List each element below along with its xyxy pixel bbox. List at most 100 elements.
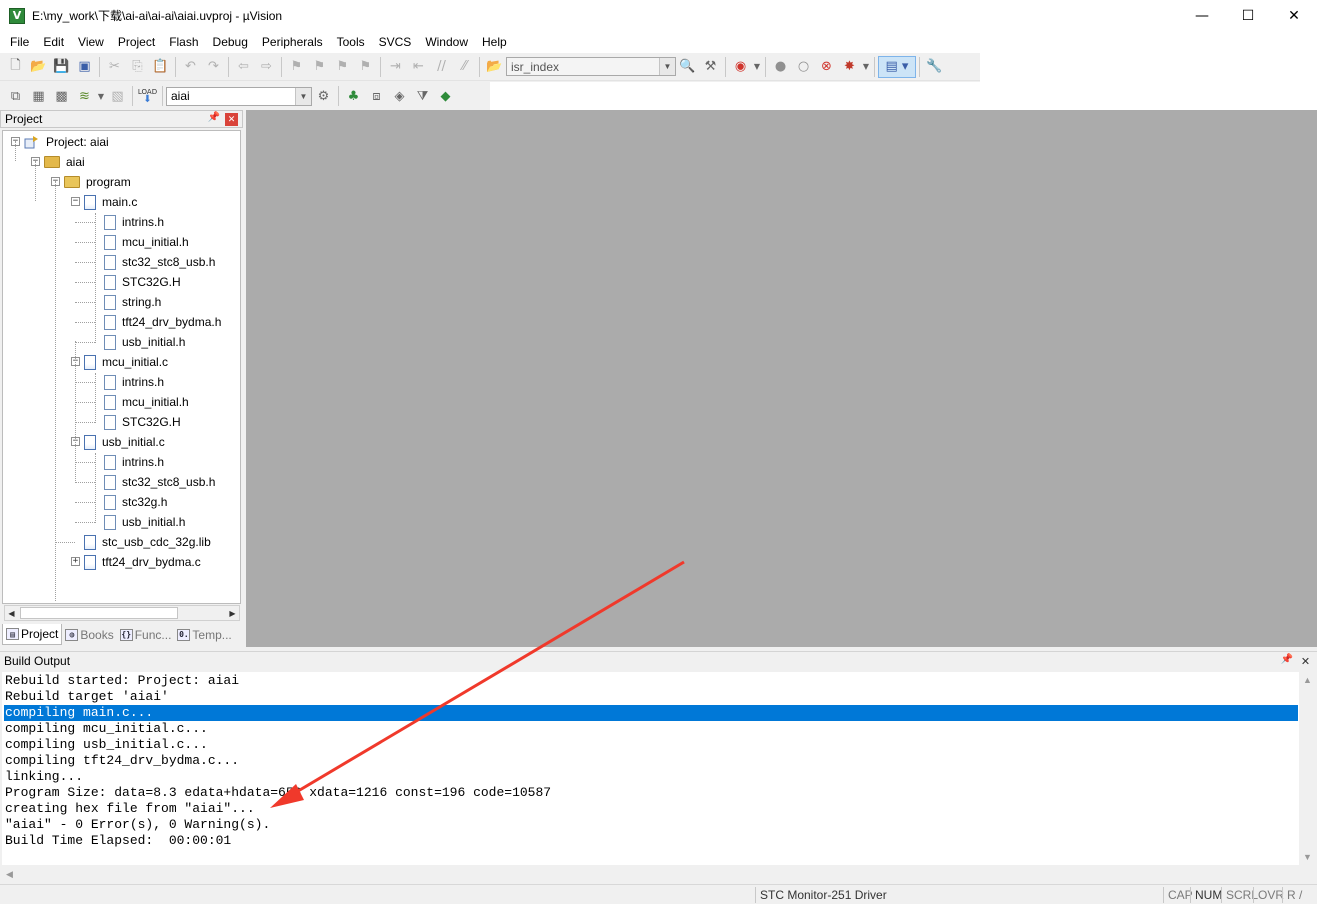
scroll-up-icon[interactable]: ▲: [1303, 675, 1312, 685]
find-icon[interactable]: 🔍: [676, 56, 699, 78]
navigate-forward-icon[interactable]: ⇨: [255, 56, 278, 78]
menu-window[interactable]: Window: [418, 32, 475, 52]
chevron-down-icon[interactable]: ▼: [96, 85, 106, 107]
navigate-back-icon[interactable]: ⇦: [232, 56, 255, 78]
manage-components-icon[interactable]: ♣: [342, 85, 365, 107]
target-select[interactable]: aiai ▼: [166, 86, 312, 106]
copy-icon[interactable]: ⎘: [126, 56, 149, 78]
tree-item[interactable]: STC32G.H: [104, 272, 181, 292]
tree-item[interactable]: usb_initial.c: [84, 432, 165, 452]
tree-item[interactable]: mcu_initial.h: [104, 392, 189, 412]
breakpoint-disable-all-icon[interactable]: ⊗: [815, 56, 838, 78]
pin-icon[interactable]: 📌: [208, 112, 220, 123]
find-combo[interactable]: isr_index ▼: [506, 57, 676, 76]
breakpoint-enable-icon[interactable]: ○: [792, 56, 815, 78]
redo-icon[interactable]: ↷: [202, 56, 225, 78]
unindent-icon[interactable]: ⇤: [407, 56, 430, 78]
window-layout-icon[interactable]: ▤ ▾: [878, 55, 916, 78]
comment-icon[interactable]: //: [430, 56, 453, 78]
tree-item[interactable]: Project: aiai: [24, 132, 109, 152]
cut-icon[interactable]: ✂: [103, 56, 126, 78]
chevron-down-icon[interactable]: ▼: [752, 56, 762, 78]
manage-rte-icon[interactable]: ⧩: [411, 85, 434, 107]
menu-view[interactable]: View: [71, 32, 111, 52]
tree-item[interactable]: usb_initial.h: [104, 332, 185, 352]
tree-item[interactable]: aiai: [44, 152, 85, 172]
tree-item[interactable]: stc32g.h: [104, 492, 167, 512]
scroll-down-icon[interactable]: ▼: [1303, 852, 1312, 862]
scroll-left-icon[interactable]: ◀: [6, 869, 13, 880]
incremental-find-icon[interactable]: ⚒: [699, 56, 722, 78]
menu-tools[interactable]: Tools: [330, 32, 372, 52]
tab-func[interactable]: {} Func...: [117, 624, 175, 645]
pin-icon[interactable]: 📌: [1281, 654, 1293, 665]
close-window-button[interactable]: ✕: [1271, 0, 1317, 31]
minimize-button[interactable]: —: [1179, 0, 1225, 31]
build-icon[interactable]: ▦: [27, 85, 50, 107]
stop-build-icon[interactable]: ▧: [106, 85, 129, 107]
menu-help[interactable]: Help: [475, 32, 514, 52]
undo-icon[interactable]: ↶: [179, 56, 202, 78]
collapse-icon[interactable]: −: [71, 197, 80, 206]
download-icon[interactable]: LOAD ⬇: [136, 85, 159, 107]
tree-item[interactable]: intrins.h: [104, 372, 164, 392]
save-icon[interactable]: 💾: [50, 56, 73, 78]
tree-item[interactable]: mcu_initial.h: [104, 232, 189, 252]
find-in-files-icon[interactable]: 📂: [483, 56, 506, 78]
build-output-horizontal-scrollbar[interactable]: ◀: [2, 866, 1317, 883]
build-output-text[interactable]: Rebuild started: Project: aiai Rebuild ta…: [2, 672, 1299, 865]
build-output-vertical-scrollbar[interactable]: ▲ ▼: [1300, 672, 1317, 865]
breakpoint-insert-icon[interactable]: ●: [769, 56, 792, 78]
pack-installer-icon[interactable]: ◆: [434, 85, 457, 107]
chevron-down-icon[interactable]: ▼: [659, 58, 675, 75]
tree-item[interactable]: stc_usb_cdc_32g.lib: [84, 532, 211, 552]
tab-project[interactable]: ▤ Project: [2, 624, 63, 645]
menu-file[interactable]: File: [3, 32, 36, 52]
tree-item[interactable]: mcu_initial.c: [84, 352, 168, 372]
rebuild-icon[interactable]: ▩: [50, 85, 73, 107]
bookmark-next-icon[interactable]: ⚑: [331, 56, 354, 78]
tab-books[interactable]: ◍ Books: [62, 624, 116, 645]
close-panel-icon[interactable]: ✕: [225, 113, 238, 126]
tree-item[interactable]: STC32G.H: [104, 412, 181, 432]
debug-session-icon[interactable]: ◉: [729, 56, 752, 78]
close-panel-icon[interactable]: ✕: [1299, 655, 1312, 668]
editor-area[interactable]: [246, 110, 1317, 647]
chevron-down-icon[interactable]: ▼: [861, 56, 871, 78]
indent-icon[interactable]: ⇥: [384, 56, 407, 78]
select-packs-icon[interactable]: ◈: [388, 85, 411, 107]
bookmark-prev-icon[interactable]: ⚑: [308, 56, 331, 78]
tree-item[interactable]: intrins.h: [104, 212, 164, 232]
scroll-left-icon[interactable]: ◀: [5, 607, 18, 619]
tree-item[interactable]: program: [64, 172, 131, 192]
new-file-icon[interactable]: 🗋: [4, 56, 27, 78]
breakpoint-kill-all-icon[interactable]: ✸: [838, 56, 861, 78]
menu-peripherals[interactable]: Peripherals: [255, 32, 330, 52]
translate-icon[interactable]: ⧉: [4, 85, 27, 107]
tab-temp[interactable]: 0. Temp...: [174, 624, 234, 645]
paste-icon[interactable]: 📋: [149, 56, 172, 78]
bookmark-clear-icon[interactable]: ⚑: [354, 56, 377, 78]
scrollbar-thumb[interactable]: [20, 607, 178, 619]
menu-flash[interactable]: Flash: [162, 32, 205, 52]
batch-build-icon[interactable]: ≋: [73, 85, 96, 107]
menu-edit[interactable]: Edit: [36, 32, 71, 52]
chevron-down-icon[interactable]: ▼: [295, 87, 311, 105]
save-all-icon[interactable]: ▣: [73, 56, 96, 78]
scroll-right-icon[interactable]: ▶: [226, 607, 239, 619]
file-extensions-icon[interactable]: ⧈: [365, 85, 388, 107]
maximize-button[interactable]: ☐: [1225, 0, 1271, 31]
project-horizontal-scrollbar[interactable]: ◀ ▶: [4, 605, 240, 621]
tree-item[interactable]: usb_initial.h: [104, 512, 185, 532]
tree-item[interactable]: tft24_drv_bydma.c: [84, 552, 201, 572]
tree-item[interactable]: intrins.h: [104, 452, 164, 472]
uncomment-icon[interactable]: ⁄⁄: [453, 56, 476, 78]
tree-item[interactable]: main.c: [84, 192, 137, 212]
configure-tools-icon[interactable]: 🔧: [923, 56, 946, 78]
target-options-icon[interactable]: ⚙: [312, 85, 335, 107]
menu-debug[interactable]: Debug: [206, 32, 255, 52]
tree-item[interactable]: string.h: [104, 292, 161, 312]
tree-item[interactable]: stc32_stc8_usb.h: [104, 252, 215, 272]
menu-project[interactable]: Project: [111, 32, 162, 52]
open-folder-icon[interactable]: 📂: [27, 56, 50, 78]
